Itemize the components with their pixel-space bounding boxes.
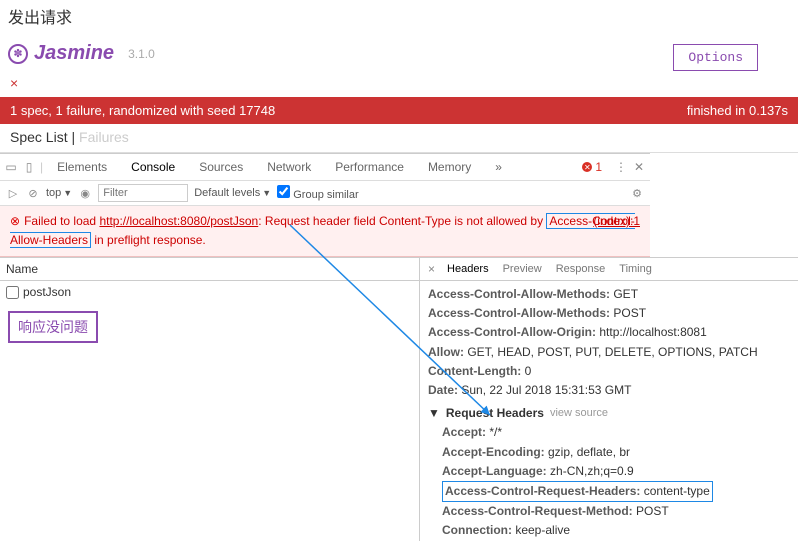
headers-body: Access-Control-Allow-Methods: GETAccess-… (420, 281, 798, 541)
jasmine-icon: ✽ (8, 44, 28, 64)
response-header-line: Access-Control-Allow-Methods: POST (428, 304, 790, 323)
status-right: finished in 0.137s (687, 103, 788, 118)
tab-elements[interactable]: Elements (47, 156, 117, 178)
detail-tabs: × Headers Preview Response Timing (420, 258, 798, 281)
menu-icon[interactable]: ⋮ (614, 160, 628, 174)
tab-console[interactable]: Console (121, 156, 185, 178)
request-headers-section[interactable]: ▼ Request Headers view source (428, 404, 790, 423)
devtools-tabs: ▭ ▯ | Elements Console Sources Network P… (0, 154, 650, 181)
request-header-line: Accept: */* (442, 423, 790, 442)
tab-headers[interactable]: Headers (441, 260, 495, 278)
eye-icon[interactable]: ◉ (78, 186, 92, 200)
device-icon[interactable]: ▯ (22, 160, 36, 174)
console-error: ⊗ Failed to load http://localhost:8080/po… (0, 206, 650, 257)
levels-dropdown[interactable]: Default levels▼ (194, 187, 271, 199)
row-checkbox[interactable] (6, 286, 19, 299)
error-dot-icon: ✕ (582, 162, 592, 172)
response-header-line: Date: Sun, 22 Jul 2018 15:31:53 GMT (428, 381, 790, 400)
request-header-line: Access-Control-Request-Method: POST (442, 502, 790, 521)
network-panel: Name postJson 响应没问题 × Headers Preview Re… (0, 257, 798, 541)
error-suffix: in preflight response. (91, 233, 206, 247)
context-dropdown[interactable]: top▼ (46, 187, 72, 199)
fail-indicator: × (0, 75, 798, 97)
status-left: 1 spec, 1 failure, randomized with seed … (10, 103, 275, 118)
error-source-link[interactable]: (index):1 (593, 212, 640, 230)
jasmine-name: Jasmine (34, 42, 114, 65)
group-similar-checkbox[interactable]: Group similar (277, 185, 358, 201)
gear-icon[interactable]: ⚙ (630, 186, 644, 200)
jasmine-header: ✽ Jasmine 3.1.0 Options (0, 32, 798, 75)
tab-sources[interactable]: Sources (189, 156, 253, 178)
name-column-header: Name (0, 258, 419, 281)
jasmine-logo: ✽ Jasmine (8, 42, 114, 65)
tab-timing[interactable]: Timing (613, 260, 658, 278)
response-header-line: Access-Control-Allow-Origin: http://loca… (428, 323, 790, 342)
request-header-line: Accept-Language: zh-CN,zh;q=0.9 (442, 462, 790, 481)
tab-response[interactable]: Response (550, 260, 612, 278)
response-header-line: Allow: GET, HEAD, POST, PUT, DELETE, OPT… (428, 343, 790, 362)
console-filter-bar: ▷ ⊘ top▼ ◉ Default levels▼ Group similar… (0, 181, 650, 206)
error-prefix: Failed to load (24, 214, 99, 228)
status-bar: 1 spec, 1 failure, randomized with seed … (0, 97, 798, 124)
devtools-panel: ▭ ▯ | Elements Console Sources Network P… (0, 153, 650, 257)
tab-separator: | (68, 129, 79, 145)
filter-input[interactable] (98, 184, 188, 202)
error-count[interactable]: ✕1 (582, 160, 602, 174)
error-mid: : Request header field Content-Type is n… (258, 214, 546, 228)
options-button[interactable]: Options (673, 44, 758, 71)
page-title: 发出请求 (0, 0, 798, 32)
failures-tab[interactable]: Failures (79, 129, 129, 145)
clear-icon[interactable]: ⊘ (26, 186, 40, 200)
close-icon[interactable]: ✕ (632, 160, 646, 174)
tab-preview[interactable]: Preview (497, 260, 548, 278)
tab-network[interactable]: Network (257, 156, 321, 178)
tab-more[interactable]: » (485, 156, 512, 178)
network-left: Name postJson 响应没问题 (0, 258, 420, 541)
close-detail-icon[interactable]: × (424, 262, 439, 276)
tab-memory[interactable]: Memory (418, 156, 481, 178)
tab-performance[interactable]: Performance (325, 156, 414, 178)
response-header-line: Content-Length: 0 (428, 362, 790, 381)
spec-tabs: Spec List | Failures (0, 124, 798, 153)
network-row[interactable]: postJson (0, 281, 419, 303)
spec-list-tab[interactable]: Spec List (10, 129, 68, 145)
request-header-line: Connection: keep-alive (442, 521, 790, 540)
network-right: × Headers Preview Response Timing Access… (420, 258, 798, 541)
request-header-line: Access-Control-Request-Headers: content-… (442, 481, 790, 502)
play-icon[interactable]: ▷ (6, 186, 20, 200)
error-url[interactable]: http://localhost:8080/postJson (99, 214, 258, 228)
response-header-line: Access-Control-Allow-Methods: GET (428, 285, 790, 304)
annotation-box: 响应没问题 (8, 311, 98, 343)
error-x-icon: ⊗ (10, 214, 20, 228)
request-header-line: Accept-Encoding: gzip, deflate, br (442, 443, 790, 462)
inspect-icon[interactable]: ▭ (4, 160, 18, 174)
jasmine-version: 3.1.0 (128, 47, 155, 61)
